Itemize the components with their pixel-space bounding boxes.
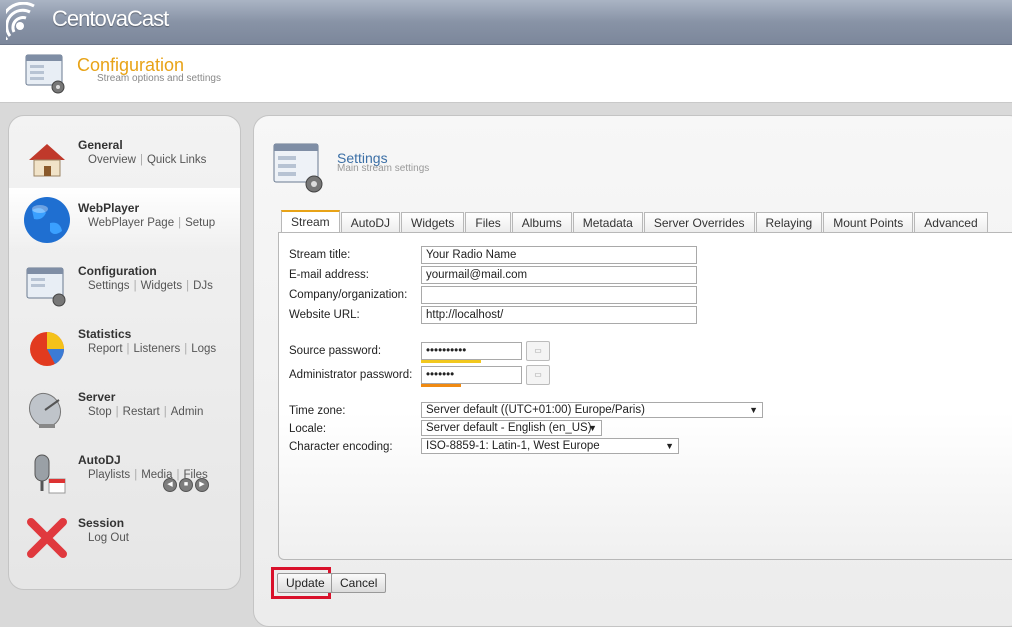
link-files[interactable]: Files	[184, 469, 208, 481]
email-input[interactable]: yourmail@mail.com	[421, 266, 697, 284]
company-label: Company/organization:	[289, 289, 408, 301]
tab-bar: Stream AutoDJ Widgets Files Albums Metadata Se…	[281, 210, 989, 234]
sidebar-item-autodj: AutoDJ ◀ ■ ▶ Playlists | Media | Files	[9, 453, 240, 515]
house-icon	[29, 144, 65, 177]
admin-password-input[interactable]: •••••••	[421, 366, 522, 384]
cancel-button[interactable]: Cancel	[331, 573, 387, 593]
settings-window-icon	[273, 143, 323, 193]
sidebar-item-title: WebPlayer	[78, 201, 140, 215]
timezone-label: Time zone:	[289, 405, 346, 417]
brand-logo-text: CentovaCast	[52, 6, 169, 31]
sidebar-item-title: General	[78, 138, 123, 152]
link-listeners[interactable]: Listeners	[134, 343, 181, 355]
sidebar-item-links: Stop | Restart | Admin	[88, 406, 204, 418]
link-stop[interactable]: Stop	[88, 406, 112, 418]
tab-advanced[interactable]: Advanced	[914, 212, 988, 233]
show-password-icon[interactable]: ▭	[526, 341, 550, 361]
globe-icon	[24, 197, 70, 243]
sidebar-item-server: Server Stop | Restart | Admin	[9, 390, 240, 452]
dropdown-arrow-icon: ▼	[665, 441, 674, 451]
main-panel: Settings Main stream settings Stream Auto…	[253, 115, 1012, 627]
config-window-icon	[26, 267, 66, 307]
top-bar: CentovaCast	[0, 0, 1012, 45]
tab-widgets[interactable]: Widgets	[401, 212, 465, 233]
satellite-dish-icon	[28, 392, 62, 428]
link-admin[interactable]: Admin	[171, 406, 204, 418]
sidebar-item-webplayer: WebPlayer WebPlayer Page | Setup	[9, 197, 240, 263]
link-report[interactable]: Report	[88, 343, 123, 355]
link-settings[interactable]: Settings	[88, 280, 130, 292]
link-logs[interactable]: Logs	[191, 343, 216, 355]
tab-relaying[interactable]: Relaying	[755, 212, 823, 233]
tab-mount-points[interactable]: Mount Points	[823, 212, 914, 233]
tab-stream[interactable]: Stream	[281, 210, 340, 233]
sidebar-item-title: Session	[78, 516, 125, 530]
microphone-icon	[34, 454, 66, 494]
link-playlists[interactable]: Playlists	[88, 469, 130, 481]
locale-value: Server default - English (en_US)	[426, 422, 592, 434]
timezone-value: Server default ((UTC+01:00) Europe/Paris…	[426, 404, 645, 416]
locale-select[interactable]: Server default - English (en_US) ▼	[421, 420, 602, 436]
link-restart[interactable]: Restart	[123, 406, 160, 418]
sidebar-item-title: Server	[78, 390, 116, 404]
stream-settings-form: Stream title: Your Radio Name E-mail add…	[278, 232, 1012, 560]
sidebar: General Overview | Quick Links WebPlayer W…	[8, 115, 241, 590]
source-password-input[interactable]: ••••••••••	[421, 342, 522, 360]
update-button[interactable]: Update	[277, 573, 334, 593]
sidebar-item-links: Settings | Widgets | DJs	[88, 280, 213, 292]
link-media[interactable]: Media	[141, 469, 172, 481]
sidebar-item-session: Session Log Out	[9, 516, 240, 578]
pie-chart-icon	[30, 332, 64, 366]
sidebar-item-configuration: Configuration Settings | Widgets | DJs	[9, 264, 240, 326]
stream-title-label: Stream title:	[289, 249, 351, 261]
page-header: Configuration Stream options and setting…	[0, 45, 1012, 103]
dropdown-arrow-icon: ▼	[749, 405, 758, 415]
timezone-select[interactable]: Server default ((UTC+01:00) Europe/Paris…	[421, 402, 763, 418]
sidebar-item-links: Report | Listeners | Logs	[88, 343, 217, 355]
link-djs[interactable]: DJs	[193, 280, 213, 292]
tab-files[interactable]: Files	[465, 212, 511, 233]
link-overview[interactable]: Overview	[88, 154, 136, 166]
encoding-select[interactable]: ISO-8859-1: Latin-1, West Europe ▼	[421, 438, 679, 454]
source-password-label: Source password:	[289, 345, 382, 357]
sidebar-item-links: WebPlayer Page | Setup	[88, 217, 216, 229]
dropdown-arrow-icon: ▼	[588, 423, 597, 433]
email-label: E-mail address:	[289, 269, 369, 281]
link-webplayer-page[interactable]: WebPlayer Page	[88, 217, 174, 229]
section-subtitle: Main stream settings	[337, 163, 430, 174]
sidebar-item-title: AutoDJ	[78, 453, 121, 467]
sidebar-item-links: Overview | Quick Links	[88, 154, 207, 166]
encoding-label: Character encoding:	[289, 441, 393, 453]
admin-password-label: Administrator password:	[289, 369, 413, 381]
stream-title-input[interactable]: Your Radio Name	[421, 246, 697, 264]
sidebar-item-statistics: Statistics Report | Listeners | Logs	[9, 327, 240, 389]
tab-autodj[interactable]: AutoDJ	[340, 212, 401, 233]
sidebar-item-general: General Overview | Quick Links	[9, 138, 240, 200]
link-log-out[interactable]: Log Out	[88, 532, 129, 544]
link-widgets[interactable]: Widgets	[141, 280, 183, 292]
website-input[interactable]: http://localhost/	[421, 306, 697, 324]
tab-metadata[interactable]: Metadata	[572, 212, 643, 233]
show-password-icon[interactable]: ▭	[526, 365, 550, 385]
link-setup[interactable]: Setup	[185, 217, 215, 229]
company-input[interactable]	[421, 286, 697, 304]
source-password-strength-bar	[421, 360, 481, 363]
tab-albums[interactable]: Albums	[511, 212, 572, 233]
tab-server-overrides[interactable]: Server Overrides	[643, 212, 755, 233]
broadcast-logo-icon	[6, 2, 35, 40]
website-label: Website URL:	[289, 309, 360, 321]
page-subtitle: Stream options and settings	[97, 73, 221, 84]
red-x-icon	[27, 518, 67, 558]
link-quick-links[interactable]: Quick Links	[147, 154, 206, 166]
config-window-icon	[25, 54, 65, 94]
admin-password-strength-bar	[421, 384, 461, 387]
locale-label: Locale:	[289, 423, 327, 435]
sidebar-item-links: Log Out	[88, 532, 129, 544]
sidebar-item-title: Configuration	[78, 264, 157, 278]
sidebar-item-links: Playlists | Media | Files	[88, 469, 208, 481]
sidebar-item-title: Statistics	[78, 327, 132, 341]
encoding-value: ISO-8859-1: Latin-1, West Europe	[426, 440, 600, 452]
